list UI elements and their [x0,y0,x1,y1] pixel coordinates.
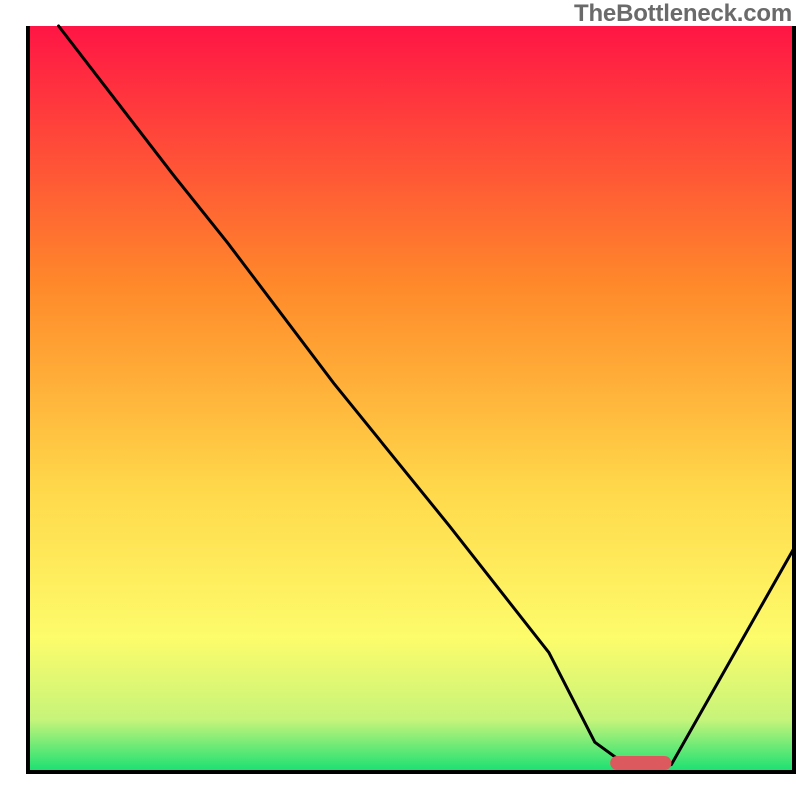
chart-stage: TheBottleneck.com [0,0,800,800]
watermark-text: TheBottleneck.com [574,0,792,28]
optimum-marker [610,756,671,770]
bottleneck-chart [0,0,800,800]
